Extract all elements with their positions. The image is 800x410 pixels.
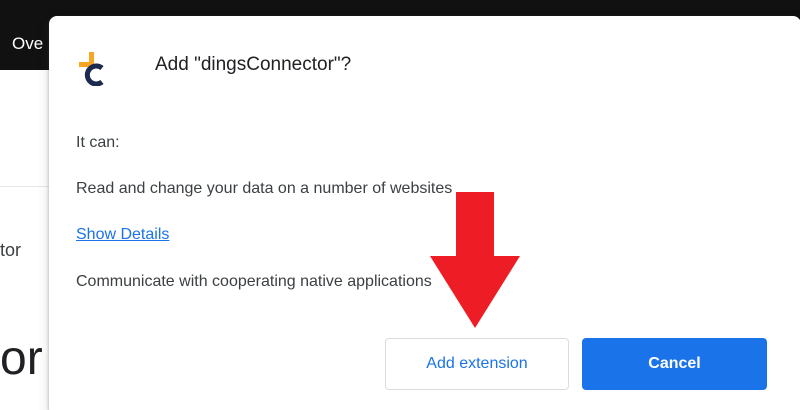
show-details-link[interactable]: Show Details — [76, 226, 169, 244]
dialog-title: Add "dingsConnector"? — [155, 54, 352, 75]
add-extension-button[interactable]: Add extension — [385, 338, 569, 390]
permission-read-change-data: Read and change your data on a number of… — [76, 180, 453, 197]
dingsconnector-logo-icon — [79, 52, 104, 86]
background-side-text: tor — [0, 240, 22, 260]
add-extension-dialog: Add "dingsConnector"? It can: Read and c… — [49, 16, 800, 410]
permissions-intro: It can: — [76, 134, 120, 151]
cancel-button[interactable]: Cancel — [582, 338, 767, 390]
permission-native-messaging: Communicate with cooperating native appl… — [76, 273, 432, 290]
red-down-arrow-icon — [430, 192, 520, 328]
background-topbar-text: Ove — [12, 34, 44, 53]
background-heading: or — [0, 332, 43, 385]
